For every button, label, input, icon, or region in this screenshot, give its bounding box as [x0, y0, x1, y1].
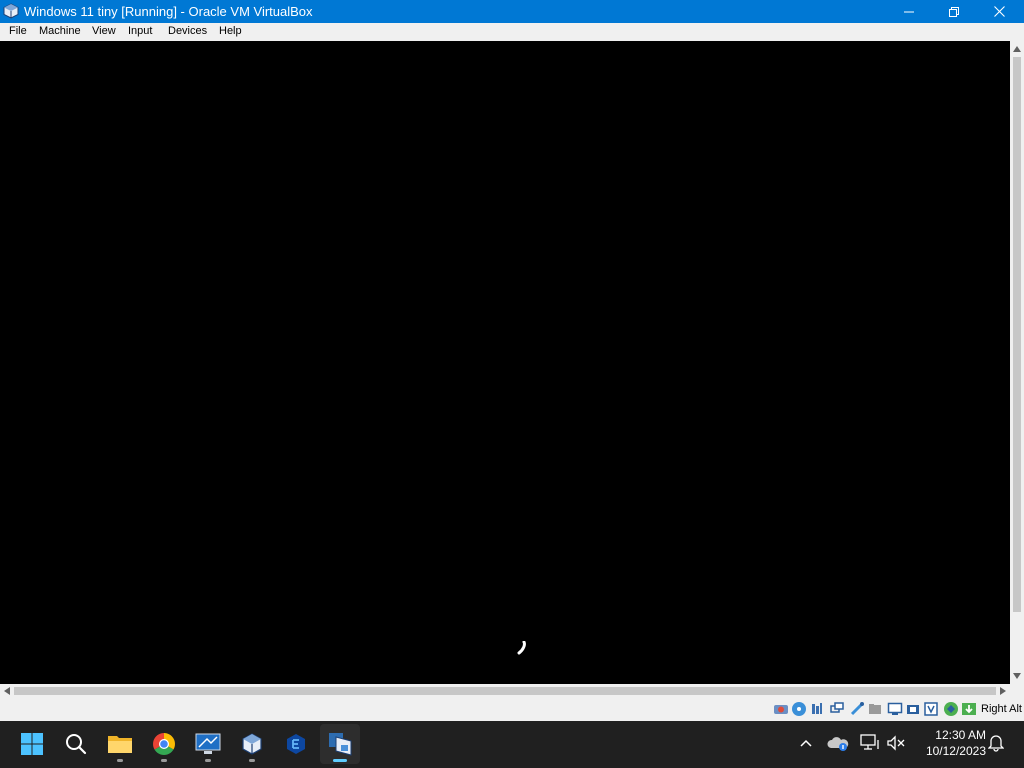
loading-spinner-icon — [517, 641, 526, 655]
vertical-scroll-thumb[interactable] — [1013, 57, 1021, 612]
taskbar-clock[interactable]: 12:30 AM 10/12/2023 — [914, 727, 986, 759]
scroll-right-icon[interactable] — [999, 687, 1007, 695]
restore-icon — [949, 6, 959, 17]
menu-devices[interactable]: Devices — [168, 25, 207, 37]
running-indicator — [249, 759, 255, 762]
recording-icon[interactable] — [905, 701, 921, 717]
taskbar-remote-desktop[interactable] — [188, 724, 228, 764]
virtualbox-icon — [3, 3, 19, 19]
restore-button[interactable] — [931, 0, 977, 23]
vmware-icon — [287, 734, 305, 754]
chevron-up-icon — [800, 739, 812, 747]
notification-bell-icon — [988, 735, 1004, 752]
shared-folders-icon[interactable] — [867, 701, 883, 717]
virtualization-icon[interactable] — [923, 701, 939, 717]
running-indicator — [205, 759, 211, 762]
network-tray[interactable] — [858, 731, 882, 755]
start-button[interactable] — [12, 724, 52, 764]
menu-bar: File Machine View Input Devices Help — [0, 23, 1024, 42]
horizontal-scrollbar[interactable] — [0, 684, 1010, 698]
clock-date: 10/12/2023 — [925, 744, 986, 758]
hard-disk-icon[interactable] — [773, 701, 789, 717]
taskbar: 12:30 AM 10/12/2023 — [0, 721, 1024, 768]
remote-desktop-icon — [195, 733, 221, 754]
taskbar-search-button[interactable] — [56, 724, 96, 764]
volume-tray[interactable] — [884, 731, 908, 755]
scroll-left-icon[interactable] — [3, 687, 11, 695]
search-icon — [66, 734, 87, 755]
volume-muted-icon — [887, 735, 905, 751]
display-icon[interactable] — [887, 701, 903, 717]
scrollbar-corner — [1010, 684, 1024, 698]
running-indicator — [117, 759, 123, 762]
window-titlebar[interactable]: Windows 11 tiny [Running] - Oracle VM Vi… — [0, 0, 1024, 23]
network-icon[interactable] — [829, 701, 845, 717]
mouse-integration-icon[interactable] — [943, 701, 959, 717]
virtualbox-manager-icon — [242, 733, 262, 755]
keyboard-icon[interactable] — [961, 701, 977, 717]
show-hidden-icons-button[interactable] — [794, 731, 818, 755]
taskbar-virtualbox-vm[interactable] — [320, 724, 360, 764]
menu-help[interactable]: Help — [219, 25, 242, 37]
host-key-label[interactable]: Right Alt — [981, 703, 1022, 715]
minimize-button[interactable] — [886, 0, 932, 23]
taskbar-file-explorer[interactable] — [100, 724, 140, 764]
chrome-icon — [153, 733, 175, 755]
clock-time: 12:30 AM — [935, 728, 986, 742]
taskbar-chrome[interactable] — [144, 724, 184, 764]
vm-display[interactable] — [0, 41, 1010, 684]
vertical-scrollbar[interactable] — [1010, 41, 1024, 684]
window-title: Windows 11 tiny [Running] - Oracle VM Vi… — [24, 4, 313, 19]
vm-statusbar: Right Alt — [0, 698, 1024, 721]
taskbar-vmware[interactable] — [276, 724, 316, 764]
taskbar-virtualbox-manager[interactable] — [232, 724, 272, 764]
menu-machine[interactable]: Machine — [39, 25, 81, 37]
menu-view[interactable]: View — [92, 25, 116, 37]
active-indicator — [333, 759, 347, 762]
network-icon — [860, 734, 879, 750]
close-icon — [993, 6, 1005, 17]
running-indicator — [161, 759, 167, 762]
menu-file[interactable]: File — [9, 25, 27, 37]
start-icon — [21, 733, 43, 755]
audio-icon[interactable] — [809, 701, 825, 717]
onedrive-tray[interactable] — [826, 731, 850, 755]
file-explorer-icon — [108, 736, 132, 753]
onedrive-icon — [827, 737, 849, 751]
menu-input[interactable]: Input — [128, 25, 152, 37]
scroll-up-icon[interactable] — [1013, 45, 1021, 53]
close-button[interactable] — [976, 0, 1022, 23]
optical-drive-icon[interactable] — [791, 701, 807, 717]
usb-icon[interactable] — [849, 701, 865, 717]
minimize-icon — [904, 11, 914, 12]
horizontal-scroll-thumb[interactable] — [14, 687, 996, 695]
scroll-down-icon[interactable] — [1013, 672, 1021, 680]
virtualbox-vm-icon — [329, 733, 352, 756]
notifications-button[interactable] — [984, 731, 1008, 755]
